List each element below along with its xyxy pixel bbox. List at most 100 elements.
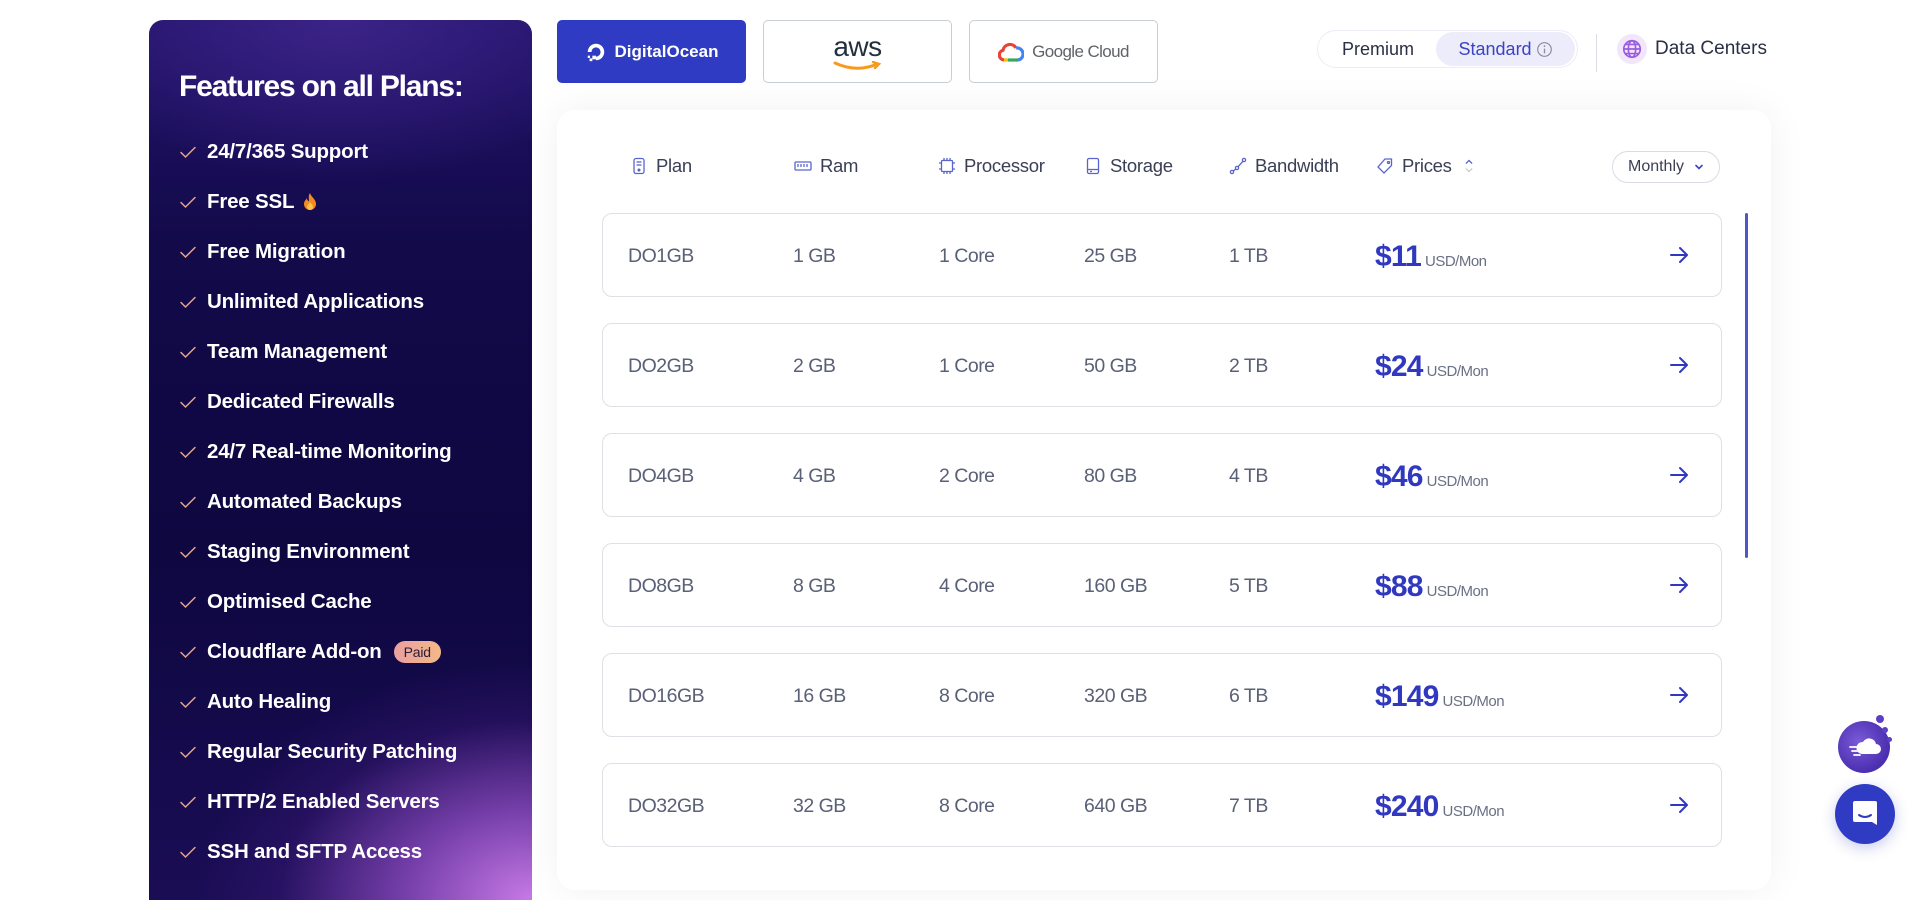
billing-period-select[interactable]: Monthly bbox=[1612, 151, 1720, 183]
check-icon bbox=[180, 496, 196, 509]
plan-row[interactable]: DO32GB 32 GB 8 Core 640 GB 7 TB $240 USD/Mon bbox=[602, 763, 1722, 847]
plan-processor: 1 Core bbox=[939, 244, 995, 267]
feature-item: Optimised Cache bbox=[179, 577, 457, 627]
plan-ram: 8 GB bbox=[793, 574, 836, 597]
plan-storage: 640 GB bbox=[1084, 794, 1148, 817]
plan-processor: 1 Core bbox=[939, 354, 995, 377]
feature-label: SSH and SFTP Access bbox=[207, 840, 422, 863]
check-icon bbox=[180, 246, 196, 259]
tier-premium-option[interactable]: Premium bbox=[1320, 32, 1436, 66]
feature-item: Dedicated Firewalls bbox=[179, 377, 457, 427]
tier-standard-option[interactable]: Standard bbox=[1436, 32, 1575, 66]
plan-bandwidth: 7 TB bbox=[1229, 794, 1268, 817]
price-unit: USD/Mon bbox=[1425, 253, 1487, 270]
plan-name: DO32GB bbox=[628, 794, 705, 817]
cloud-assistant-button[interactable] bbox=[1838, 715, 1892, 773]
data-centers-label: Data Centers bbox=[1655, 38, 1767, 59]
arrow-right-icon[interactable] bbox=[1667, 573, 1691, 597]
data-centers-link[interactable]: Data Centers bbox=[1617, 30, 1767, 68]
plan-row[interactable]: DO2GB 2 GB 1 Core 50 GB 2 TB $24 USD/Mon bbox=[602, 323, 1722, 407]
plan-bandwidth: 1 TB bbox=[1229, 244, 1268, 267]
check-icon bbox=[180, 696, 196, 709]
plan-ram: 4 GB bbox=[793, 464, 836, 487]
plan-processor: 8 Core bbox=[939, 684, 995, 707]
plan-storage: 50 GB bbox=[1084, 354, 1137, 377]
provider-aws-button[interactable]: aws bbox=[763, 20, 952, 83]
plan-name: DO8GB bbox=[628, 574, 694, 597]
price-unit: USD/Mon bbox=[1426, 473, 1489, 490]
feature-label: Free Migration bbox=[207, 240, 346, 263]
plan-price: $11 USD/Mon bbox=[1375, 214, 1487, 298]
column-header-bandwidth: Bandwidth bbox=[1229, 152, 1339, 180]
check-icon bbox=[180, 446, 196, 459]
feature-item: Free SSL bbox=[179, 177, 457, 227]
check-icon bbox=[180, 546, 196, 559]
bandwidth-icon bbox=[1229, 157, 1247, 175]
price-unit: USD/Mon bbox=[1426, 363, 1489, 380]
sort-icon[interactable] bbox=[1460, 157, 1478, 175]
plan-price: $149 USD/Mon bbox=[1375, 654, 1505, 738]
check-icon bbox=[180, 346, 196, 359]
tier-toggle: Premium Standard bbox=[1317, 30, 1578, 68]
provider-google-cloud-button[interactable]: Google Cloud bbox=[969, 20, 1158, 83]
chat-widget-button[interactable] bbox=[1835, 784, 1895, 844]
feature-item: Cloudflare Add-on Paid bbox=[179, 627, 457, 677]
info-icon[interactable] bbox=[1536, 41, 1553, 58]
feature-label: Automated Backups bbox=[207, 490, 402, 513]
arrow-right-icon[interactable] bbox=[1667, 683, 1691, 707]
price-unit: USD/Mon bbox=[1442, 803, 1505, 820]
feature-item: Team Management bbox=[179, 327, 457, 377]
feature-item: Free Migration bbox=[179, 227, 457, 277]
decorative-dot bbox=[1887, 737, 1892, 742]
aws-logo-icon: aws bbox=[833, 32, 882, 71]
server-icon bbox=[633, 157, 645, 175]
plan-processor: 8 Core bbox=[939, 794, 995, 817]
paid-badge: Paid bbox=[393, 641, 441, 663]
plan-bandwidth: 6 TB bbox=[1229, 684, 1268, 707]
plan-row[interactable]: DO8GB 8 GB 4 Core 160 GB 5 TB $88 USD/Mon bbox=[602, 543, 1722, 627]
arrow-right-icon[interactable] bbox=[1667, 793, 1691, 817]
arrow-right-icon[interactable] bbox=[1667, 353, 1691, 377]
feature-list: 24/7/365 Support Free SSL Free Migration Un… bbox=[179, 127, 457, 877]
plan-bandwidth: 5 TB bbox=[1229, 574, 1268, 597]
plan-ram: 2 GB bbox=[793, 354, 836, 377]
feature-label: Team Management bbox=[207, 340, 388, 363]
features-title: Features on all Plans: bbox=[179, 70, 464, 103]
plan-ram: 32 GB bbox=[793, 794, 846, 817]
feature-label: Regular Security Patching bbox=[207, 740, 458, 763]
check-icon bbox=[180, 646, 196, 659]
plan-processor: 4 Core bbox=[939, 574, 995, 597]
decorative-dot bbox=[1882, 727, 1888, 733]
plan-row[interactable]: DO4GB 4 GB 2 Core 80 GB 4 TB $46 USD/Mon bbox=[602, 433, 1722, 517]
check-icon bbox=[180, 596, 196, 609]
feature-label: Optimised Cache bbox=[207, 590, 372, 613]
feature-item: SSH and SFTP Access bbox=[179, 827, 457, 877]
arrow-right-icon[interactable] bbox=[1667, 463, 1691, 487]
price-amount: $240 bbox=[1375, 790, 1439, 823]
tier-standard-label: Standard bbox=[1458, 38, 1532, 59]
plan-row[interactable]: DO1GB 1 GB 1 Core 25 GB 1 TB $11 USD/Mon bbox=[602, 213, 1722, 297]
provider-digitalocean-button[interactable]: DigitalOcean bbox=[557, 20, 746, 83]
arrow-right-icon[interactable] bbox=[1667, 243, 1691, 267]
table-scrollbar[interactable] bbox=[1745, 213, 1748, 558]
plan-ram: 16 GB bbox=[793, 684, 846, 707]
ram-icon bbox=[794, 161, 812, 171]
feature-label: 24/7 Real-time Monitoring bbox=[207, 440, 452, 463]
plan-storage: 25 GB bbox=[1084, 244, 1137, 267]
plan-row[interactable]: DO16GB 16 GB 8 Core 320 GB 6 TB $149 USD/Mon bbox=[602, 653, 1722, 737]
billing-period-value: Monthly bbox=[1627, 158, 1685, 175]
cpu-icon bbox=[939, 158, 955, 174]
plan-name: DO16GB bbox=[628, 684, 705, 707]
column-header-plan: Plan bbox=[630, 152, 692, 180]
provider-label: Google Cloud bbox=[1032, 41, 1129, 61]
column-header-prices[interactable]: Prices bbox=[1376, 152, 1478, 180]
plan-name: DO4GB bbox=[628, 464, 694, 487]
plan-storage: 80 GB bbox=[1084, 464, 1137, 487]
column-header-storage: Storage bbox=[1084, 152, 1173, 180]
feature-item: HTTP/2 Enabled Servers bbox=[179, 777, 457, 827]
column-header-processor: Processor bbox=[938, 152, 1045, 180]
plan-price: $240 USD/Mon bbox=[1375, 764, 1505, 848]
chevron-down-icon bbox=[1695, 164, 1703, 170]
feature-item: Unlimited Applications bbox=[179, 277, 457, 327]
plan-bandwidth: 2 TB bbox=[1229, 354, 1268, 377]
